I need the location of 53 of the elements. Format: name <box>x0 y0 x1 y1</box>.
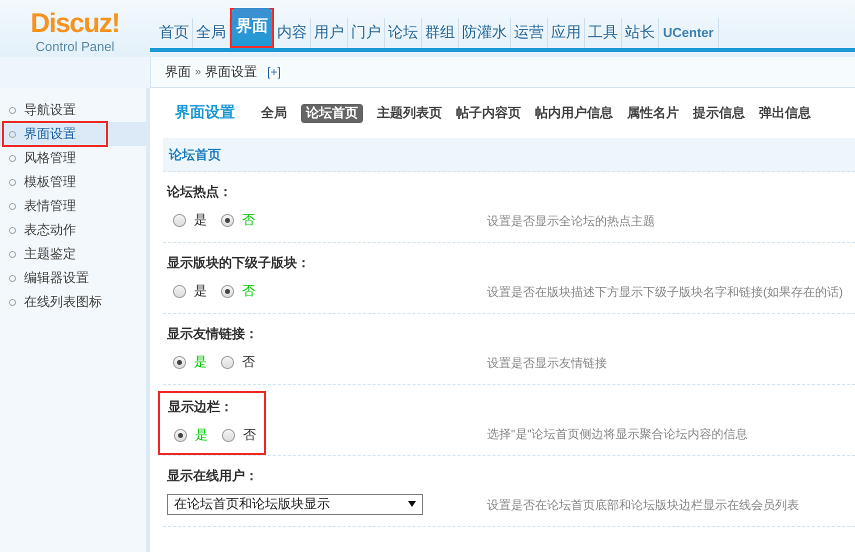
option-label: 否 <box>242 211 255 230</box>
radio-button[interactable] <box>173 284 186 298</box>
section-tab[interactable]: 帖子内容页 <box>456 103 521 123</box>
option-label: 否 <box>243 426 256 444</box>
sidebar-item[interactable]: 界面设置 <box>0 122 146 146</box>
option-label: 是 <box>194 353 207 372</box>
sidebar-item[interactable]: 风格管理 <box>0 146 146 170</box>
setting-label: 论坛热点： <box>167 183 233 201</box>
setting-description: 设置是否在论坛首页底部和论坛版块边栏显示在线会员列表 <box>487 497 799 514</box>
page-title: 界面设置 <box>175 102 235 123</box>
setting-description: 设置是否显示全论坛的热点主题 <box>487 213 655 230</box>
section-tab[interactable]: 全局 <box>261 103 287 123</box>
logo-title: Discuz! <box>30 10 120 37</box>
radio-button[interactable] <box>173 214 186 226</box>
sidebar-item[interactable]: 表态动作 <box>0 218 146 242</box>
sidebar-item[interactable]: 导航设置 <box>0 98 146 122</box>
setting-label: 显示版块的下级子版块： <box>167 254 310 272</box>
section-tab[interactable]: 提示信息 <box>693 103 745 123</box>
sidebar-item[interactable]: 表情管理 <box>0 194 146 218</box>
radio-button[interactable] <box>173 356 186 368</box>
radio-button[interactable] <box>222 428 235 442</box>
logo-subtitle: Control Panel <box>36 40 114 53</box>
section-title: 论坛首页 <box>169 146 221 164</box>
expand-link[interactable]: [+] <box>267 63 281 81</box>
option-label: 是 <box>194 282 207 300</box>
breadcrumb-item[interactable]: 界面 <box>165 62 191 82</box>
radio-button[interactable] <box>174 428 187 442</box>
radio-button[interactable] <box>221 214 234 226</box>
radio-button[interactable] <box>221 284 234 298</box>
sidebar-item[interactable]: 主题鉴定 <box>0 242 146 266</box>
breadcrumb-separator: » <box>195 64 202 80</box>
radio-button[interactable] <box>221 356 234 368</box>
section-tab[interactable]: 帖内用户信息 <box>535 103 613 123</box>
section-tab[interactable]: 主题列表页 <box>377 103 442 123</box>
setting-description: 设置是否在版块描述下方显示下级子版块名字和链接(如果存在的话) <box>487 284 843 301</box>
section-tab[interactable]: 论坛首页 <box>301 104 363 122</box>
breadcrumb-item[interactable]: 界面设置 <box>205 62 258 82</box>
setting-label: 显示友情链接： <box>167 325 258 343</box>
setting-description: 设置是否显示友情链接 <box>487 355 607 372</box>
option-label: 是 <box>194 211 207 230</box>
sidebar-item[interactable]: 在线列表图标 <box>0 290 146 314</box>
section-tab[interactable]: 弹出信息 <box>759 103 811 123</box>
sidebar-item[interactable]: 模板管理 <box>0 170 146 194</box>
dropdown-arrow-icon <box>408 501 416 507</box>
section-tab[interactable]: 属性名片 <box>627 103 679 123</box>
setting-description: 选择"是"论坛首页侧边将显示聚合论坛内容的信息 <box>487 426 748 443</box>
sidebar-item[interactable]: 编辑器设置 <box>0 266 146 290</box>
select-field[interactable]: 在论坛首页和论坛版块显示 <box>167 494 423 514</box>
option-label: 否 <box>242 353 255 372</box>
setting-label: 显示在线用户： <box>167 467 259 485</box>
option-label: 是 <box>195 426 208 444</box>
option-label: 否 <box>242 282 255 300</box>
setting-label: 显示边栏： <box>168 398 234 416</box>
